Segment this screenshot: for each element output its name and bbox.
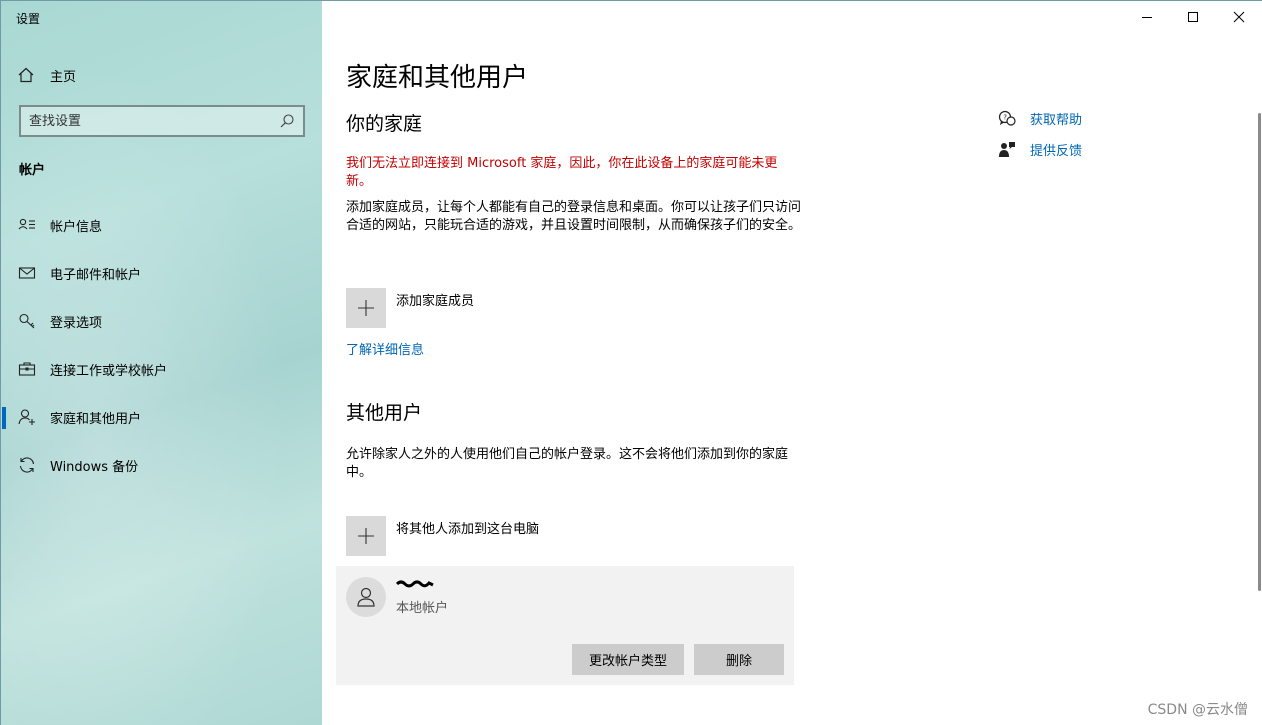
settings-window: 设置 主页 帐户	[0, 0, 1262, 725]
svg-text:?: ?	[1003, 113, 1007, 121]
minimize-icon	[1142, 17, 1152, 18]
avatar	[346, 577, 386, 617]
sidebar: 设置 主页 帐户	[1, 1, 322, 725]
sidebar-item-family-users[interactable]: 家庭和其他用户	[1, 393, 322, 441]
close-button[interactable]	[1216, 1, 1262, 33]
sidebar-item-windows-backup[interactable]: Windows 备份	[1, 441, 322, 489]
user-card[interactable]: 本地帐户 更改帐户类型 删除	[336, 566, 794, 685]
add-other-user-button[interactable]: 将其他人添加到这台电脑	[346, 516, 539, 556]
maximize-icon	[1188, 12, 1198, 22]
user-card-icon	[18, 216, 36, 234]
help-panel: ? 获取帮助 提供反馈	[998, 103, 1082, 165]
add-user-icon	[18, 408, 36, 426]
add-family-member-label: 添加家庭成员	[396, 294, 475, 309]
sidebar-item-label: 登录选项	[50, 315, 103, 331]
sidebar-item-label: 电子邮件和帐户	[50, 267, 142, 283]
close-icon	[1233, 11, 1245, 23]
sidebar-item-work-school[interactable]: 连接工作或学校帐户	[1, 345, 322, 393]
feedback-link[interactable]: 提供反馈	[998, 134, 1082, 165]
sidebar-item-email-accounts[interactable]: 电子邮件和帐户	[1, 249, 322, 297]
sidebar-nav: 帐户信息 电子邮件和帐户 登录选项 连接工作或学校帐户 家庭和其他用户 Wind…	[1, 201, 322, 489]
delete-user-button[interactable]: 删除	[694, 644, 784, 675]
get-help-label: 获取帮助	[1030, 113, 1083, 128]
sidebar-item-sign-in-options[interactable]: 登录选项	[1, 297, 322, 345]
maximize-button[interactable]	[1170, 1, 1216, 33]
add-family-member-button[interactable]: 添加家庭成员	[346, 288, 474, 328]
person-icon	[357, 587, 375, 607]
sidebar-item-label: Windows 备份	[50, 459, 139, 475]
search-input[interactable]	[29, 113, 279, 129]
feedback-label: 提供反馈	[1030, 144, 1083, 159]
help-chat-icon: ?	[998, 110, 1016, 126]
window-controls	[1124, 1, 1262, 33]
family-warning: 我们无法立即连接到 Microsoft 家庭，因此，你在此设备上的家庭可能未更新…	[346, 156, 778, 189]
main-content: 家庭和其他用户 你的家庭 我们无法立即连接到 Microsoft 家庭，因此，你…	[322, 1, 1262, 725]
app-title: 设置	[16, 12, 41, 26]
sidebar-item-account-info[interactable]: 帐户信息	[1, 201, 322, 249]
family-description: 添加家庭成员，让每个人都能有自己的登录信息和桌面。你可以让孩子们只访问合适的网站…	[346, 200, 802, 233]
home-nav-item[interactable]: 主页	[17, 65, 76, 85]
family-heading: 你的家庭	[346, 113, 423, 135]
other-users-description: 允许除家人之外的人使用他们自己的帐户登录。这不会将他们添加到你的家庭中。	[346, 447, 789, 480]
search-icon[interactable]	[279, 113, 295, 129]
mail-icon	[18, 264, 36, 282]
change-account-type-button[interactable]: 更改帐户类型	[572, 644, 684, 675]
redacted-username	[396, 580, 434, 588]
home-label: 主页	[50, 69, 77, 85]
other-users-heading: 其他用户	[346, 402, 423, 424]
home-icon	[18, 67, 34, 83]
section-label-accounts: 帐户	[19, 163, 46, 178]
sync-icon	[18, 456, 36, 474]
key-icon	[18, 312, 36, 330]
learn-more-link[interactable]: 了解详细信息	[346, 339, 424, 358]
page-title: 家庭和其他用户	[346, 63, 529, 93]
watermark: CSDN @云水僧	[1147, 702, 1248, 718]
vertical-scrollbar[interactable]	[1258, 113, 1261, 591]
plus-icon	[346, 288, 386, 328]
search-box[interactable]	[19, 105, 305, 137]
minimize-button[interactable]	[1124, 1, 1170, 33]
get-help-link[interactable]: ? 获取帮助	[998, 103, 1082, 134]
add-other-user-label: 将其他人添加到这台电脑	[396, 522, 540, 537]
sidebar-item-label: 连接工作或学校帐户	[50, 363, 168, 379]
briefcase-icon	[18, 360, 36, 378]
sidebar-item-label: 帐户信息	[50, 219, 103, 235]
user-account-type: 本地帐户	[396, 601, 449, 616]
sidebar-item-label: 家庭和其他用户	[50, 411, 142, 427]
feedback-icon	[999, 141, 1015, 157]
plus-icon	[346, 516, 386, 556]
